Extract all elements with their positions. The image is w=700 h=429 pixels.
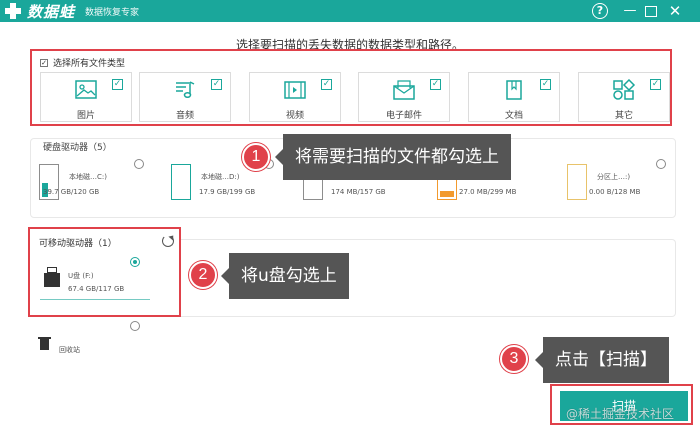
file-types-panel: ✓ 选择所有文件类型 ✓ 图片 ✓ 音频 ✓ 视频 ✓ 电子邮件 ✓ 文档 ✓ … (30, 49, 672, 126)
recycle-bin-label: 回收站 (59, 346, 80, 354)
drive-name: 本地磁…D:) (201, 173, 240, 181)
file-type-label: 文档 (504, 111, 523, 121)
close-icon[interactable]: ✕ (666, 2, 684, 20)
callout-text-2: 将u盘勾选上 (221, 253, 349, 299)
removable-drive-panel: 可移动驱动器（1） U盘 (F:) 67.4 GB/117 GB (28, 227, 181, 317)
video-icon (284, 81, 306, 99)
hard-drive-title: 硬盘驱动器（5） (43, 143, 112, 153)
disk-icon (171, 164, 191, 200)
callout-text-3: 点击【扫描】 (535, 337, 669, 383)
select-all-checkbox[interactable]: ✓ 选择所有文件类型 (40, 56, 125, 69)
document-icon (506, 80, 522, 100)
app-subtitle: 数据恢复专家 (85, 8, 140, 18)
other-checkbox[interactable]: ✓ (650, 79, 661, 90)
help-icon[interactable]: ? (592, 3, 608, 19)
image-checkbox[interactable]: ✓ (112, 79, 123, 90)
email-icon (393, 80, 415, 100)
drive-size: 17.9 GB/199 GB (199, 188, 256, 196)
audio-checkbox[interactable]: ✓ (211, 79, 222, 90)
drive-size: 39.7 GB/120 GB (43, 188, 100, 196)
usb-drive-icon (44, 267, 60, 287)
drive-item[interactable]: 分区上…:) 0.00 B/128 MB (563, 162, 673, 212)
usb-size: 67.4 GB/117 GB (68, 285, 125, 293)
usb-name: U盘 (F:) (68, 272, 94, 280)
file-type-label: 视频 (285, 111, 304, 121)
minimize-icon[interactable]: — (621, 2, 639, 20)
title-bar: 数据蛙 数据恢复专家 ? — ✕ (0, 0, 700, 22)
callout-number-2: 2 (189, 261, 217, 289)
drive-radio[interactable] (134, 159, 144, 169)
callout-number-1: 1 (242, 143, 270, 171)
refresh-icon[interactable] (162, 235, 174, 247)
drive-name: 本地磁…C:) (69, 173, 107, 181)
file-type-label: 音频 (175, 111, 194, 121)
drive-item[interactable]: 本地磁…C:) 39.7 GB/120 GB (35, 162, 145, 212)
drive-size: 27.0 MB/299 MB (459, 188, 517, 196)
drive-size: 0.00 B/128 MB (589, 188, 641, 196)
file-type-document[interactable]: ✓ 文档 (468, 72, 560, 122)
other-icon (613, 79, 636, 100)
maximize-icon[interactable] (642, 2, 660, 20)
file-type-audio[interactable]: ✓ 音频 (139, 72, 231, 122)
recycle-radio[interactable] (130, 321, 140, 331)
image-icon (75, 80, 97, 99)
app-name: 数据蛙 (27, 3, 76, 21)
file-type-email[interactable]: ✓ 电子邮件 (358, 72, 450, 122)
drive-radio[interactable] (656, 159, 666, 169)
file-type-label: 图片 (76, 111, 95, 121)
select-all-check-icon[interactable]: ✓ (40, 58, 48, 67)
email-checkbox[interactable]: ✓ (430, 79, 441, 90)
trash-icon (38, 337, 51, 350)
removable-title: 可移动驱动器（1） (39, 239, 117, 249)
callout-text-1: 将需要扫描的文件都勾选上 (275, 134, 511, 180)
video-checkbox[interactable]: ✓ (321, 79, 332, 90)
file-type-video[interactable]: ✓ 视频 (249, 72, 341, 122)
drive-size: 174 MB/157 GB (331, 188, 386, 196)
file-type-label: 电子邮件 (385, 111, 422, 121)
disk-icon (567, 164, 587, 200)
callout-number-3: 3 (500, 345, 528, 373)
usb-radio[interactable] (130, 257, 140, 267)
drive-name: 分区上…:) (597, 173, 631, 181)
app-logo-icon (5, 3, 21, 19)
file-type-label: 其它 (614, 111, 633, 121)
usb-capacity-line (40, 299, 150, 300)
document-checkbox[interactable]: ✓ (540, 79, 551, 90)
file-type-other[interactable]: ✓ 其它 (578, 72, 670, 122)
music-icon (176, 81, 195, 99)
watermark: @稀土掘金技术社区 (566, 407, 675, 421)
select-all-label: 选择所有文件类型 (53, 59, 126, 69)
file-type-image[interactable]: ✓ 图片 (40, 72, 132, 122)
